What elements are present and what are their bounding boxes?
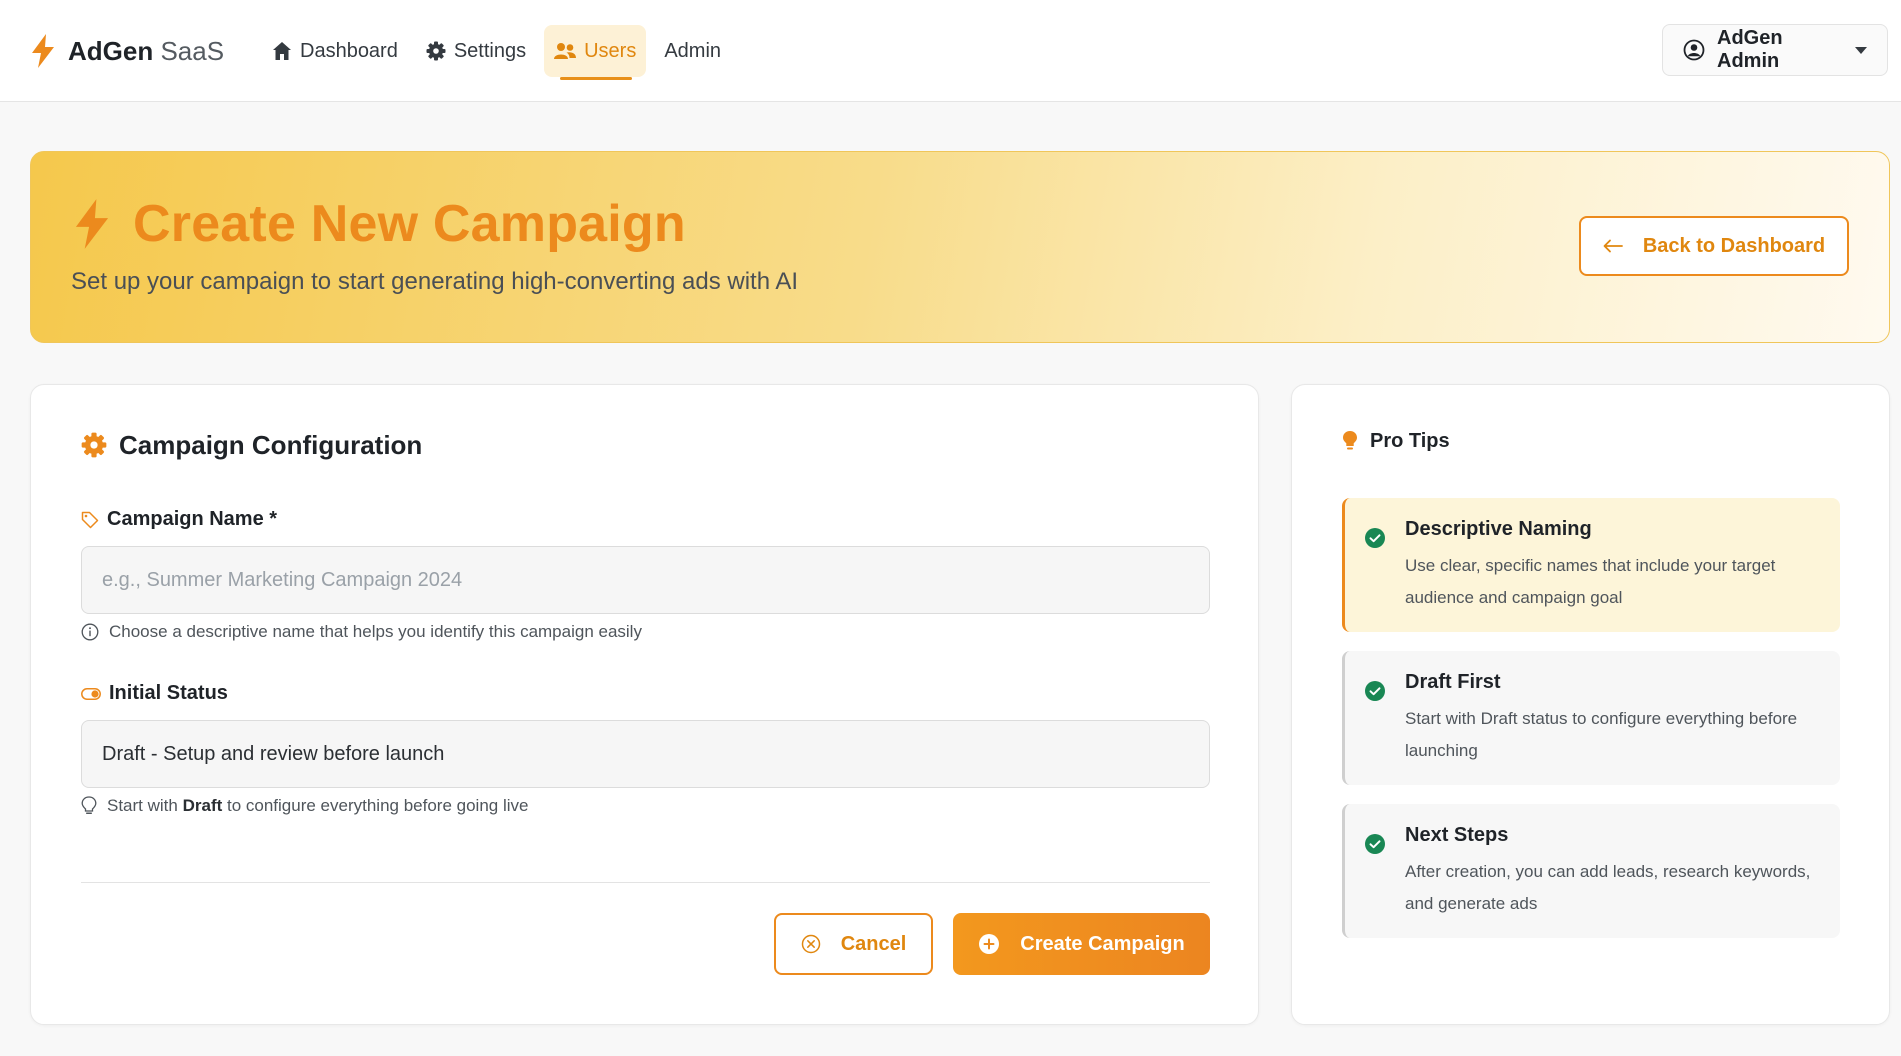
nav-item-users[interactable]: Users: [544, 25, 647, 80]
form-divider: [81, 882, 1210, 883]
card-title-row: Campaign Configuration: [81, 425, 422, 465]
plus-circle-icon: [978, 933, 1000, 955]
nav-item-admin[interactable]: Admin: [654, 25, 731, 77]
lightning-icon: [30, 34, 56, 68]
check-circle-icon: [1365, 834, 1385, 854]
arrow-left-icon: [1603, 239, 1623, 253]
tip-descriptive-naming: Descriptive Naming Use clear, specific n…: [1342, 498, 1840, 632]
brand-name: AdGen SaaS: [68, 35, 225, 66]
tip-draft-first: Draft First Start with Draft status to c…: [1342, 651, 1840, 785]
page-title: Create New Campaign: [133, 195, 686, 253]
initial-status-help: Start with Draft to configure everything…: [81, 796, 528, 816]
back-button-label: Back to Dashboard: [1642, 234, 1826, 257]
tip-body: After creation, you can add leads, resea…: [1405, 862, 1811, 913]
users-icon: [554, 42, 577, 60]
pro-tips-title-row: Pro Tips: [1342, 423, 1450, 459]
campaign-name-placeholder: e.g., Summer Marketing Campaign 2024: [102, 568, 463, 591]
pro-tips-card: Pro Tips Descriptive Naming Use clear, s…: [1291, 384, 1890, 1025]
tip-body: Use clear, specific names that include y…: [1405, 556, 1776, 607]
lightbulb-icon: [81, 796, 97, 816]
tag-icon: [81, 511, 99, 529]
campaign-name-input[interactable]: e.g., Summer Marketing Campaign 2024: [81, 546, 1210, 614]
page-title-row: Create New Campaign: [73, 192, 686, 256]
pro-tips-title: Pro Tips: [1370, 429, 1450, 452]
nav-item-label: Dashboard: [300, 39, 398, 62]
card-title: Campaign Configuration: [119, 429, 423, 460]
user-circle-icon: [1683, 39, 1705, 61]
cancel-button-label: Cancel: [840, 932, 907, 955]
tip-next-steps: Next Steps After creation, you can add l…: [1342, 804, 1840, 938]
nav-item-label: Users: [584, 39, 637, 62]
create-campaign-label: Create Campaign: [1020, 932, 1185, 955]
campaign-name-help: Choose a descriptive name that helps you…: [81, 622, 642, 642]
nav-item-settings[interactable]: Settings: [416, 25, 536, 77]
initial-status-selected-value: Draft - Setup and review before launch: [102, 742, 445, 765]
page-subtitle: Set up your campaign to start generating…: [71, 268, 799, 295]
page-header-banner: Create New Campaign Set up your campaign…: [30, 151, 1890, 343]
tip-title: Next Steps: [1405, 824, 1509, 846]
check-circle-icon: [1365, 528, 1385, 548]
nav-item-label: Admin: [664, 39, 722, 62]
nav-item-label: Settings: [453, 39, 527, 62]
initial-status-label: Initial Status: [81, 682, 228, 705]
gear-icon: [81, 432, 107, 458]
user-menu-dropdown[interactable]: AdGen Admin: [1662, 24, 1888, 76]
tip-body: Start with Draft status to configure eve…: [1405, 709, 1798, 760]
top-navbar: AdGen SaaS Dashboard Settings Users Admi…: [0, 0, 1901, 102]
campaign-name-label: Campaign Name *: [81, 508, 277, 531]
cancel-circle-icon: [801, 934, 821, 954]
check-circle-icon: [1365, 681, 1385, 701]
brand-logo[interactable]: AdGen SaaS: [30, 32, 224, 70]
info-icon: [81, 623, 99, 641]
gear-icon: [426, 41, 446, 61]
lightbulb-icon: [1342, 430, 1358, 452]
tip-title: Descriptive Naming: [1405, 518, 1592, 540]
tip-title: Draft First: [1405, 671, 1501, 693]
lightning-icon: [73, 198, 111, 250]
initial-status-select[interactable]: Draft - Setup and review before launch: [81, 720, 1210, 788]
caret-down-icon: [1855, 46, 1867, 54]
campaign-configuration-card: Campaign Configuration Campaign Name * e…: [30, 384, 1259, 1025]
initial-status-help-text: Start with Draft to configure everything…: [107, 796, 529, 815]
nav-item-dashboard[interactable]: Dashboard: [262, 25, 408, 77]
create-campaign-button[interactable]: Create Campaign: [953, 913, 1210, 975]
back-to-dashboard-button[interactable]: Back to Dashboard: [1579, 216, 1849, 276]
toggle-icon: [81, 687, 101, 700]
campaign-name-label-text: Campaign Name *: [107, 508, 278, 530]
cancel-button[interactable]: Cancel: [774, 913, 933, 975]
campaign-name-help-text: Choose a descriptive name that helps you…: [109, 622, 642, 641]
user-menu-label: AdGen Admin: [1717, 27, 1783, 72]
initial-status-label-text: Initial Status: [109, 682, 228, 704]
main-nav: Dashboard Settings Users Admin: [262, 24, 731, 80]
home-icon: [272, 41, 292, 61]
